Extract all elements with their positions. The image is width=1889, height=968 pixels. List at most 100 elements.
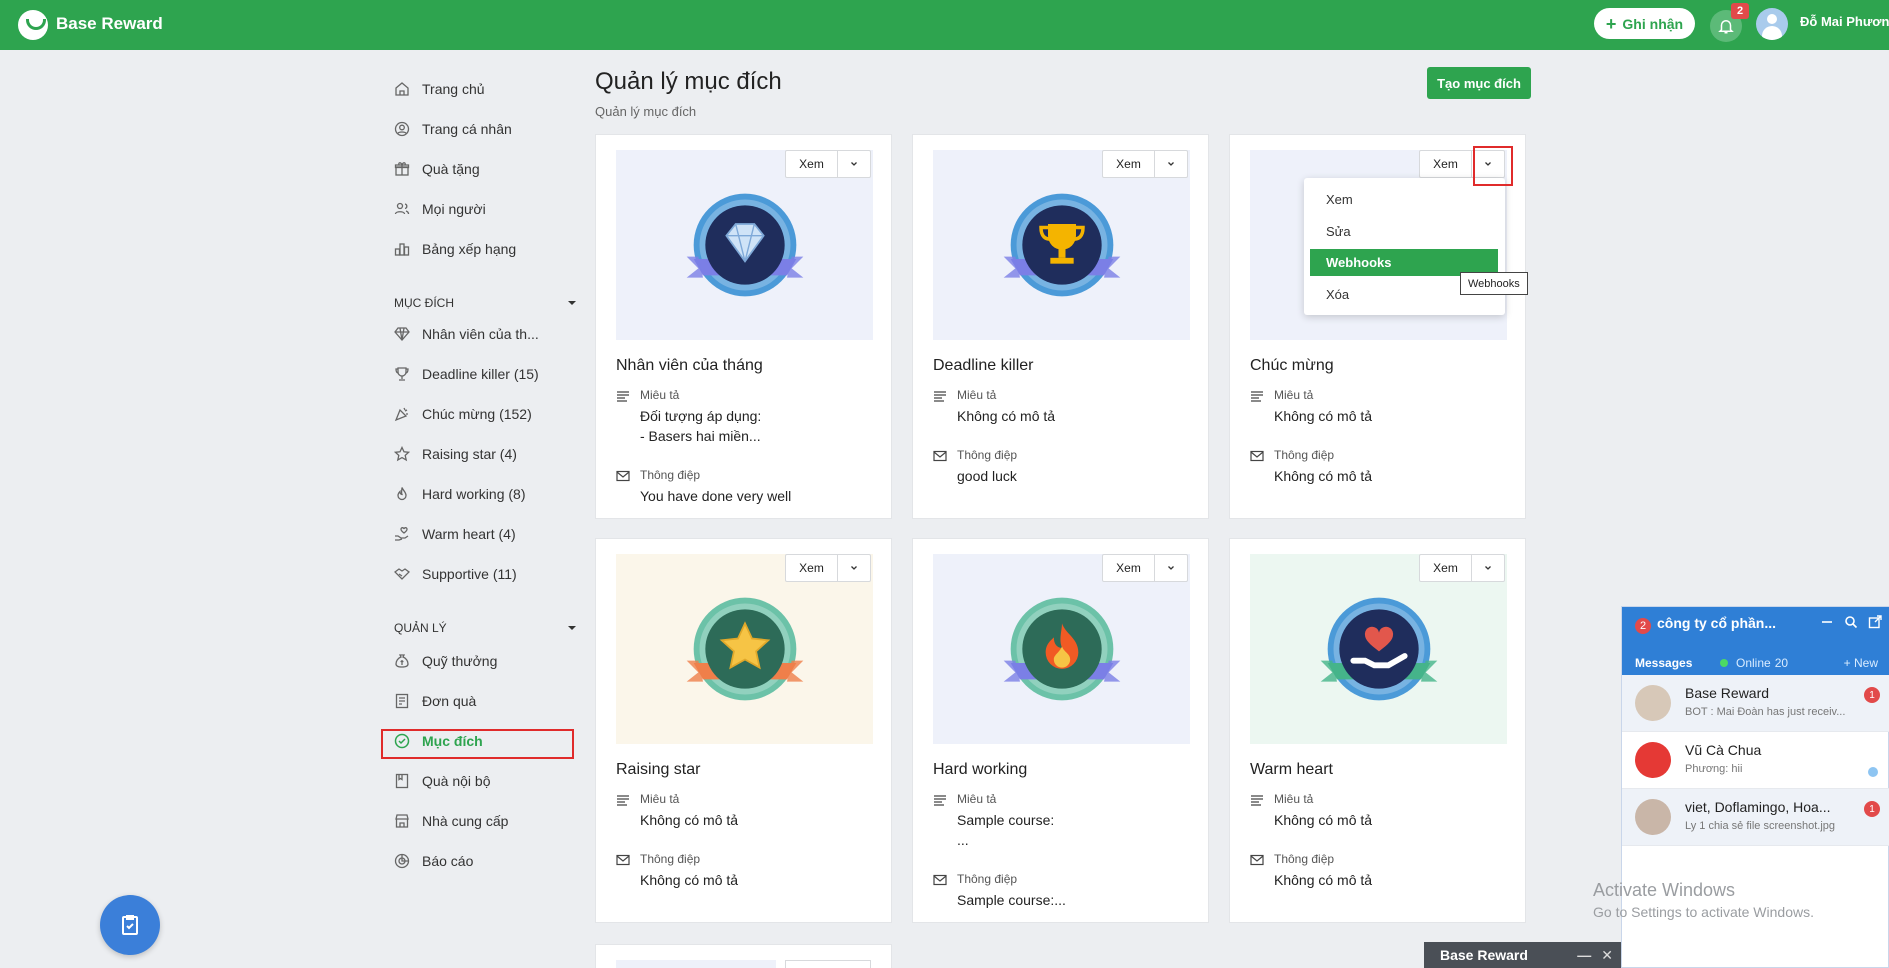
brand-name[interactable]: Base Reward [56,14,163,34]
description-value: Sample course: ... [957,812,1055,848]
message-value: Không có mô tả [1274,872,1373,888]
store-icon [394,813,410,829]
card-title: Deadline killer [933,357,1034,374]
sidebar-item-hard-working[interactable]: Hard working (8) [394,479,579,509]
chat-unread-badge: 2 [1635,618,1651,634]
menu-item-xem[interactable]: Xem [1310,186,1498,213]
description-value: Đối tượng áp dụng: - Basers hai miền... [640,408,762,444]
card-dropdown-toggle[interactable] [838,151,870,177]
conversation-preview: BOT : Mai Đoàn has just receiv... [1685,706,1845,718]
sidebar-item-trang-ca-nhan[interactable]: Trang cá nhân [394,114,579,144]
chevron-down-icon [851,566,857,570]
menu-item-sua[interactable]: Sửa [1310,218,1498,245]
description-value: Không có mô tả [957,408,1056,424]
chat-company-name[interactable]: công ty cổ phần... [1657,615,1807,631]
view-button[interactable]: Xem [786,151,838,177]
tab-online-label: Online [1736,655,1771,670]
view-button[interactable]: Xem [1420,555,1472,581]
purpose-card[interactable]: Xem Nhân viên của tháng Miêu tả Đối tượn… [595,134,892,519]
sidebar-item-don-qua[interactable]: Đơn quà [394,686,579,716]
money-bag-icon [394,653,410,669]
card-actions: Xem [785,554,871,582]
description-icon [616,793,630,807]
message-label: Thông điệp [640,468,701,482]
view-button[interactable]: Xem [1420,151,1472,177]
badge-image [616,554,873,744]
sidebar-item-nhan-vien-cua-thang[interactable]: Nhân viên của th... [394,319,579,349]
description-value: Không có mô tả [1274,408,1373,424]
tab-online[interactable]: Online 20 [1720,656,1788,670]
sidebar-item-label: Supportive (11) [422,566,517,582]
chat-conversation-item[interactable]: Vũ Cà Chua Phương: hii [1622,732,1889,789]
task-fab-button[interactable] [100,895,160,955]
sidebar-item-raising-star[interactable]: Raising star (4) [394,439,579,469]
minimize-icon[interactable]: — [1577,947,1591,964]
user-name[interactable]: Đỗ Mai Phương [1800,14,1889,29]
sidebar-item-nha-cung-cap[interactable]: Nhà cung cấp [394,806,579,836]
heart-hand-icon [394,526,410,542]
report-icon [394,853,410,869]
description-label: Miêu tả [1274,792,1314,806]
popout-icon[interactable] [1868,615,1882,629]
purpose-card[interactable]: Xem Deadline killer Miêu tả Không có mô … [912,134,1209,519]
tab-messages[interactable]: Messages [1635,656,1692,670]
create-purpose-button[interactable]: Tạo mục đích [1427,67,1531,99]
sidebar-item-label: Đơn quà [422,693,477,709]
purpose-card[interactable]: Xem Raising star Miêu tả Không có mô tả … [595,538,892,923]
sidebar-item-qua-tang[interactable]: Quà tặng [394,154,579,184]
view-button[interactable]: Xem [1103,555,1155,581]
activate-windows-title: Activate Windows [1593,880,1736,900]
chat-conversation-item[interactable]: Base Reward BOT : Mai Đoàn has just rece… [1622,675,1889,732]
card-dropdown-toggle[interactable] [1155,555,1187,581]
card-dropdown-toggle[interactable] [838,555,870,581]
section-quan-ly[interactable]: QUẢN LÝ [394,621,580,635]
sidebar-item-supportive[interactable]: Supportive (11) [394,559,579,589]
message-icon [616,853,630,867]
section-muc-dich[interactable]: MỤC ĐÍCH [394,296,580,310]
sidebar-item-label: Warm heart (4) [422,526,516,542]
card-actions[interactable] [785,960,871,968]
chat-conversation-item[interactable]: viet, Doflamingo, Hoa... Ly 1 chia sẻ fi… [1622,789,1889,846]
message-icon [1250,449,1264,463]
sidebar-item-qua-noi-bo[interactable]: Quà nội bộ [394,766,579,796]
description-value: Không có mô tả [1274,812,1373,828]
sidebar-item-bao-cao[interactable]: Báo cáo [394,846,579,876]
card-actions: Xem [785,150,871,178]
plus-icon: + [1605,13,1617,34]
card-actions: Xem [1419,554,1505,582]
fire-badge-icon [1003,597,1120,701]
purpose-card-partial [595,944,892,968]
sidebar-item-moi-nguoi[interactable]: Mọi người [394,194,579,224]
message-icon [616,469,630,483]
description-label: Miêu tả [640,792,680,806]
description-label: Miêu tả [957,388,997,402]
view-button[interactable]: Xem [786,555,838,581]
card-title: Chúc mừng [1250,357,1334,374]
sidebar-item-quy-thuong[interactable]: Quỹ thưởng [394,646,579,676]
sidebar-item-deadline-killer[interactable]: Deadline killer (15) [394,359,579,389]
user-avatar[interactable] [1756,8,1788,40]
sidebar-item-chuc-mung[interactable]: Chúc mừng (152) [394,399,579,429]
minimize-icon[interactable] [1820,615,1834,629]
sidebar-item-bang-xep-hang[interactable]: Bảng xếp hạng [394,234,579,264]
unread-badge: 1 [1864,801,1880,817]
card-dropdown-toggle[interactable] [1155,151,1187,177]
sidebar-item-label: Raising star (4) [422,446,517,462]
ghi-nhan-button[interactable]: + Ghi nhận [1594,8,1695,39]
badge-image [933,554,1190,744]
message-value: Không có mô tả [1274,468,1373,484]
purpose-card[interactable]: Xem Warm heart Miêu tả Không có mô tả Th… [1229,538,1526,923]
gift-icon [394,161,410,177]
brand-logo-icon[interactable] [18,10,48,40]
card-dropdown-toggle[interactable] [1472,555,1504,581]
search-icon[interactable] [1844,615,1858,629]
minimized-chat-bar[interactable]: Base Reward — ✕ [1424,942,1621,968]
new-chat-button[interactable]: + New [1844,656,1878,670]
sidebar-item-warm-heart[interactable]: Warm heart (4) [394,519,579,549]
purpose-card[interactable]: Xem Hard working Miêu tả Sample course: … [912,538,1209,923]
sidebar-item-trang-chu[interactable]: Trang chủ [394,74,579,104]
card-actions: Xem [1102,150,1188,178]
close-icon[interactable]: ✕ [1601,947,1613,964]
message-icon [933,449,947,463]
view-button[interactable]: Xem [1103,151,1155,177]
